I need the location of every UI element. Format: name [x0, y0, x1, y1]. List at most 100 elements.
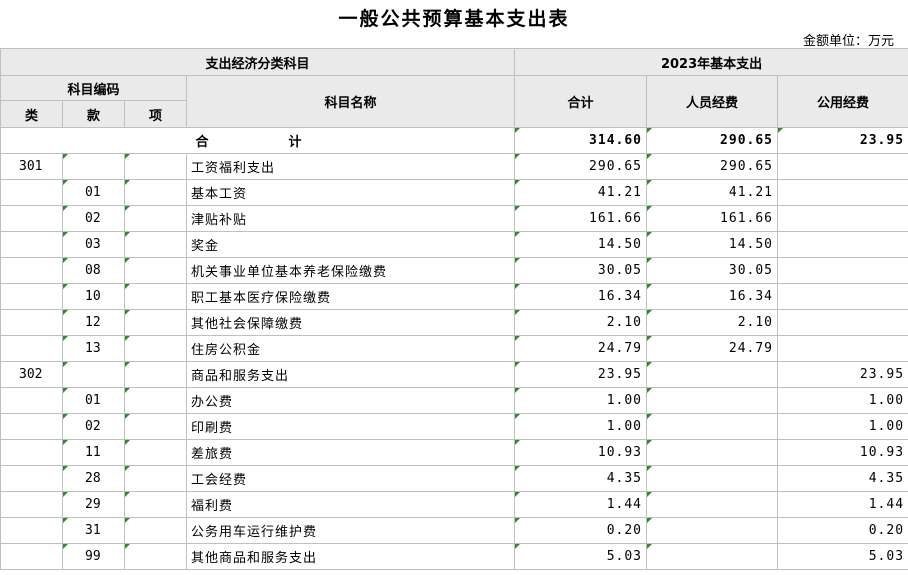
- cell-personnel: 24.79: [646, 335, 779, 362]
- table-row: 10 职工基本医疗保险缴费 16.34 16.34: [0, 283, 908, 310]
- table-row: 11 差旅费 10.93 10.93: [0, 439, 908, 466]
- cell-lei: [0, 257, 63, 284]
- cell-lei: [0, 179, 63, 206]
- cell-xiang: [124, 179, 187, 206]
- cell-lei: [0, 543, 63, 570]
- cell-public: [777, 335, 908, 362]
- cell-total: 161.66: [514, 205, 648, 232]
- cell-name: 奖金: [185, 231, 516, 258]
- cell-total: 10.93: [514, 439, 648, 466]
- header-personnel: 人员经费: [646, 75, 779, 128]
- table-row: 301 工资福利支出 290.65 290.65: [0, 153, 908, 180]
- total-public: 23.95: [777, 127, 908, 154]
- cell-xiang: [124, 387, 187, 414]
- cell-public: 23.95: [777, 361, 908, 388]
- cell-xiang: [124, 517, 187, 544]
- cell-personnel: [646, 517, 779, 544]
- table-row: 02 津贴补贴 161.66 161.66: [0, 205, 908, 232]
- table-row: 302 商品和服务支出 23.95 23.95: [0, 361, 908, 388]
- cell-total: 14.50: [514, 231, 648, 258]
- cell-xiang: [124, 335, 187, 362]
- cell-public: 4.35: [777, 465, 908, 492]
- cell-xiang: [124, 465, 187, 492]
- cell-kuan: 01: [62, 387, 125, 414]
- cell-xiang: [124, 283, 187, 310]
- cell-lei: 301: [0, 153, 63, 180]
- cell-name: 其他商品和服务支出: [185, 543, 516, 570]
- cell-personnel: 41.21: [646, 179, 779, 206]
- cell-lei: [0, 413, 63, 440]
- cell-lei: [0, 335, 63, 362]
- cell-total: 1.00: [514, 387, 648, 414]
- cell-lei: 302: [0, 361, 63, 388]
- cell-name: 公务用车运行维护费: [185, 517, 516, 544]
- cell-name: 商品和服务支出: [185, 361, 516, 388]
- header-group-right: 2023年基本支出: [514, 48, 908, 76]
- cell-lei: [0, 517, 63, 544]
- page-title: 一般公共预算基本支出表: [338, 8, 570, 30]
- cell-public: 1.00: [777, 413, 908, 440]
- cell-kuan: 28: [62, 465, 125, 492]
- cell-total: 16.34: [514, 283, 648, 310]
- table-row: 01 基本工资 41.21 41.21: [0, 179, 908, 206]
- cell-kuan: 01: [62, 179, 125, 206]
- cell-public: [777, 231, 908, 258]
- cell-lei: [0, 231, 63, 258]
- cell-total: 290.65: [514, 153, 648, 180]
- cell-public: 5.03: [777, 543, 908, 570]
- cell-kuan: 03: [62, 231, 125, 258]
- cell-xiang: [124, 205, 187, 232]
- unit-label: 金额单位：万元: [802, 34, 894, 49]
- header-group-left: 支出经济分类科目: [0, 48, 516, 76]
- cell-total: 24.79: [514, 335, 648, 362]
- cell-personnel: [646, 439, 779, 466]
- cell-kuan: 10: [62, 283, 125, 310]
- cell-personnel: 290.65: [646, 153, 779, 180]
- table-row: 03 奖金 14.50 14.50: [0, 231, 908, 258]
- cell-total: 1.44: [514, 491, 648, 518]
- cell-xiang: [124, 361, 187, 388]
- cell-kuan: 11: [62, 439, 125, 466]
- total-label: 合 计: [0, 127, 516, 154]
- cell-total: 30.05: [514, 257, 648, 284]
- cell-name: 福利费: [185, 491, 516, 518]
- cell-personnel: 2.10: [646, 309, 779, 336]
- cell-kuan: 08: [62, 257, 125, 284]
- cell-name: 工会经费: [185, 465, 516, 492]
- cell-total: 1.00: [514, 413, 648, 440]
- header-kuan: 款: [62, 100, 125, 128]
- cell-xiang: [124, 491, 187, 518]
- cell-kuan: 12: [62, 309, 125, 336]
- table-row: 31 公务用车运行维护费 0.20 0.20: [0, 517, 908, 544]
- cell-public: [777, 309, 908, 336]
- cell-name: 工资福利支出: [185, 153, 516, 180]
- cell-name: 办公费: [185, 387, 516, 414]
- cell-personnel: [646, 465, 779, 492]
- cell-name: 住房公积金: [185, 335, 516, 362]
- table-row: 29 福利费 1.44 1.44: [0, 491, 908, 518]
- header-code-group: 科目编码: [0, 75, 187, 101]
- cell-personnel: [646, 413, 779, 440]
- table-row: 08 机关事业单位基本养老保险缴费 30.05 30.05: [0, 257, 908, 284]
- table-row: 01 办公费 1.00 1.00: [0, 387, 908, 414]
- cell-total: 0.20: [514, 517, 648, 544]
- cell-kuan: 02: [62, 205, 125, 232]
- cell-total: 2.10: [514, 309, 648, 336]
- cell-public: [777, 283, 908, 310]
- cell-name: 津贴补贴: [185, 205, 516, 232]
- cell-kuan: 02: [62, 413, 125, 440]
- cell-public: [777, 179, 908, 206]
- total-personnel: 290.65: [646, 127, 779, 154]
- cell-xiang: [124, 413, 187, 440]
- header-name: 科目名称: [185, 75, 516, 128]
- header-xiang: 项: [124, 100, 187, 128]
- header-total: 合计: [514, 75, 648, 128]
- cell-xiang: [124, 543, 187, 570]
- header-lei: 类: [0, 100, 63, 128]
- table-row: 13 住房公积金 24.79 24.79: [0, 335, 908, 362]
- header-public: 公用经费: [777, 75, 908, 128]
- cell-personnel: [646, 543, 779, 570]
- cell-kuan: 29: [62, 491, 125, 518]
- table-row: 99 其他商品和服务支出 5.03 5.03: [0, 543, 908, 570]
- cell-total: 5.03: [514, 543, 648, 570]
